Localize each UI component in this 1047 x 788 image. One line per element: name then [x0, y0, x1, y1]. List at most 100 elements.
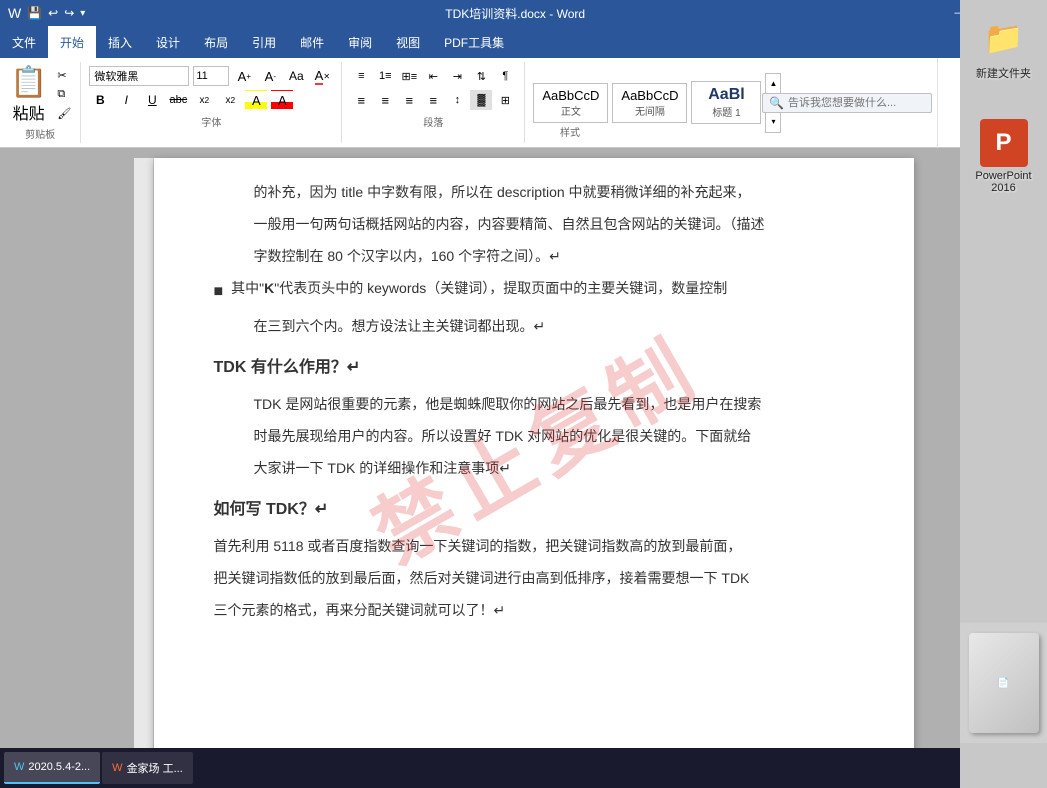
redo-icon[interactable]: ↪: [64, 6, 74, 20]
increase-indent-button[interactable]: ⇥: [446, 66, 468, 86]
bold-button[interactable]: B: [89, 90, 111, 110]
ribbon-tabs: 文件 开始 插入 设计 布局 引用 邮件 审阅 视图 PDF工具集: [0, 26, 1047, 58]
search-icon: 🔍: [769, 96, 784, 110]
subscript-button[interactable]: x2: [193, 90, 215, 110]
clipboard-group: 📋 粘贴 ✂ ⧉ 🖌 剪贴板: [0, 62, 81, 143]
para-row1: ≡ 1≡ ⊞≡ ⇤ ⇥ ⇅ ¶: [350, 66, 516, 86]
paste-button[interactable]: 📋 粘贴: [6, 63, 51, 126]
bullet-item-1: ■ 其中"K"代表页头中的 keywords（关键词），提取页面中的主要关键词，…: [214, 274, 854, 308]
tab-insert[interactable]: 插入: [96, 26, 144, 58]
font-color-button[interactable]: A: [271, 90, 293, 110]
style-normal[interactable]: AaBbCcD 正文: [533, 83, 608, 123]
strikethrough-button[interactable]: abc: [167, 90, 189, 110]
taskbar-label-1: 2020.5.4-2...: [28, 761, 90, 773]
tab-review[interactable]: 审阅: [336, 26, 384, 58]
font-label: 字体: [89, 114, 333, 131]
powerpoint-label: PowerPoint 2016: [964, 170, 1043, 194]
paste-icon: 📋: [10, 65, 47, 100]
undo-icon[interactable]: ↩: [48, 6, 58, 20]
italic-button[interactable]: I: [115, 90, 137, 110]
shading-button[interactable]: ▓: [470, 90, 492, 110]
justify-button[interactable]: ≡: [422, 90, 444, 110]
taskbar-item-2[interactable]: W 金家场 工...: [102, 752, 193, 784]
font-clear-button[interactable]: A ✕: [311, 66, 333, 86]
tab-references[interactable]: 引用: [240, 26, 288, 58]
save-icon[interactable]: 💾: [27, 6, 42, 20]
show-marks-button[interactable]: ¶: [494, 66, 516, 86]
para-4: 在三到六个内。想方设法让主关键词都出现。↵: [214, 312, 854, 340]
tab-mailings[interactable]: 邮件: [288, 26, 336, 58]
new-folder-icon: 📁: [980, 14, 1028, 62]
font-size-input[interactable]: [193, 66, 229, 86]
font-name-input[interactable]: [89, 66, 189, 86]
align-left-button[interactable]: ≡: [350, 90, 372, 110]
tab-design[interactable]: 设计: [144, 26, 192, 58]
font-row2: B I U abc x2 x2 A A: [89, 90, 333, 110]
align-right-button[interactable]: ≡: [398, 90, 420, 110]
font-case-button[interactable]: Aa: [285, 66, 307, 86]
para-3: 字数控制在 80 个汉字以内，160 个字符之间）。↵: [214, 242, 854, 270]
paragraph-label: 段落: [350, 114, 516, 131]
para-row2: ≡ ≡ ≡ ≡ ↕ ▓ ⊞: [350, 90, 516, 110]
para-2: 一般用一句两句话概括网站的内容，内容要精简、自然且包含网站的关键词。（描述: [214, 210, 854, 238]
sort-button[interactable]: ⇅: [470, 66, 492, 86]
heading-1: TDK 有什么作用？↵: [214, 352, 854, 384]
numbering-button[interactable]: 1≡: [374, 66, 396, 86]
thumbnail-area: 📄: [960, 623, 1047, 743]
tab-view[interactable]: 视图: [384, 26, 432, 58]
format-painter-button[interactable]: 🖌: [54, 105, 74, 122]
tab-layout[interactable]: 布局: [192, 26, 240, 58]
font-shrink-button[interactable]: A-: [259, 66, 281, 86]
ribbon-search-box: 🔍: [762, 93, 932, 113]
highlight-button[interactable]: A: [245, 90, 267, 110]
heading-2: 如何写 TDK？↵: [214, 494, 854, 526]
font-grow-button[interactable]: A+: [233, 66, 255, 86]
clipboard-label: 剪贴板: [25, 126, 55, 143]
multilevel-button[interactable]: ⊞≡: [398, 66, 420, 86]
tab-home[interactable]: 开始: [48, 26, 96, 58]
bullet-text-1: 其中"K"代表页头中的 keywords（关键词），提取页面中的主要关键词，数量…: [231, 274, 727, 302]
tab-pdf[interactable]: PDF工具集: [432, 26, 516, 58]
document-page[interactable]: 禁止复制 的补充，因为 title 中字数有限，所以在 description …: [154, 158, 914, 756]
para-10: 三个元素的格式，再来分配关键词就可以了！↵: [214, 596, 854, 624]
document-area: 禁止复制 的补充，因为 title 中字数有限，所以在 description …: [0, 148, 1047, 766]
style-no-spacing[interactable]: AaBbCcD 无间隔: [612, 83, 687, 123]
font-group: A+ A- Aa A ✕ B I U abc x2 x2 A A 字体: [81, 62, 342, 143]
styles-label: 样式: [560, 124, 580, 141]
paragraph-group: ≡ 1≡ ⊞≡ ⇤ ⇥ ⇅ ¶ ≡ ≡ ≡ ≡ ↕ ▓ ⊞ 段落: [342, 62, 525, 143]
taskbar-icon-1: W: [14, 761, 24, 773]
borders-button[interactable]: ⊞: [494, 90, 516, 110]
align-center-button[interactable]: ≡: [374, 90, 396, 110]
ribbon-search-input[interactable]: [788, 97, 918, 109]
underline-button[interactable]: U: [141, 90, 163, 110]
para-6: 时最先展现给用户的内容。所以设置好 TDK 对网站的优化是很关键的。下面就给: [214, 422, 854, 450]
superscript-button[interactable]: x2: [219, 90, 241, 110]
taskbar-item-1[interactable]: W 2020.5.4-2...: [4, 752, 100, 784]
taskbar-label-2: 金家场 工...: [127, 760, 183, 776]
desktop-icon-powerpoint[interactable]: P PowerPoint 2016: [960, 115, 1047, 198]
thumbnail: 📄: [969, 633, 1039, 733]
tab-file[interactable]: 文件: [0, 26, 48, 58]
taskbar-icon-2: W: [112, 762, 122, 774]
para-8: 首先利用 5118 或者百度指数查询一下关键词的指数，把关键词指数高的放到最前面…: [214, 532, 854, 560]
bullets-button[interactable]: ≡: [350, 66, 372, 86]
new-folder-label: 新建文件夹: [976, 65, 1031, 81]
desktop-icon-new-folder[interactable]: 📁 新建文件夹: [972, 10, 1035, 85]
paste-label: 粘贴: [13, 100, 45, 124]
font-row1: A+ A- Aa A ✕: [89, 66, 333, 86]
decrease-indent-button[interactable]: ⇤: [422, 66, 444, 86]
cut-button[interactable]: ✂: [54, 67, 74, 84]
ribbon-content: 📋 粘贴 ✂ ⧉ 🖌 剪贴板 A+ A- Aa A ✕ B I: [0, 58, 1047, 148]
para-5: TDK 是网站很重要的元素，他是蜘蛛爬取你的网站之后最先看到，也是用户在搜索: [214, 390, 854, 418]
title-bar-left: W 💾 ↩ ↪ ▾: [8, 5, 85, 21]
para-7: 大家讲一下 TDK 的详细操作和注意事项↵: [214, 454, 854, 482]
para-1: 的补充，因为 title 中字数有限，所以在 description 中就要稍微…: [214, 178, 854, 206]
powerpoint-icon: P: [980, 119, 1028, 167]
line-spacing-button[interactable]: ↕: [446, 90, 468, 110]
style-heading1[interactable]: AaBl 标题 1: [691, 81, 761, 124]
clipboard-small-buttons: ✂ ⧉ 🖌: [54, 67, 74, 122]
para-9: 把关键词指数低的放到最后面，然后对关键词进行由高到低排序，接着需要想一下 TDK: [214, 564, 854, 592]
clipboard-group-content: 📋 粘贴 ✂ ⧉ 🖌: [6, 62, 74, 126]
copy-button[interactable]: ⧉: [54, 86, 74, 103]
word-icon: W: [8, 5, 21, 21]
